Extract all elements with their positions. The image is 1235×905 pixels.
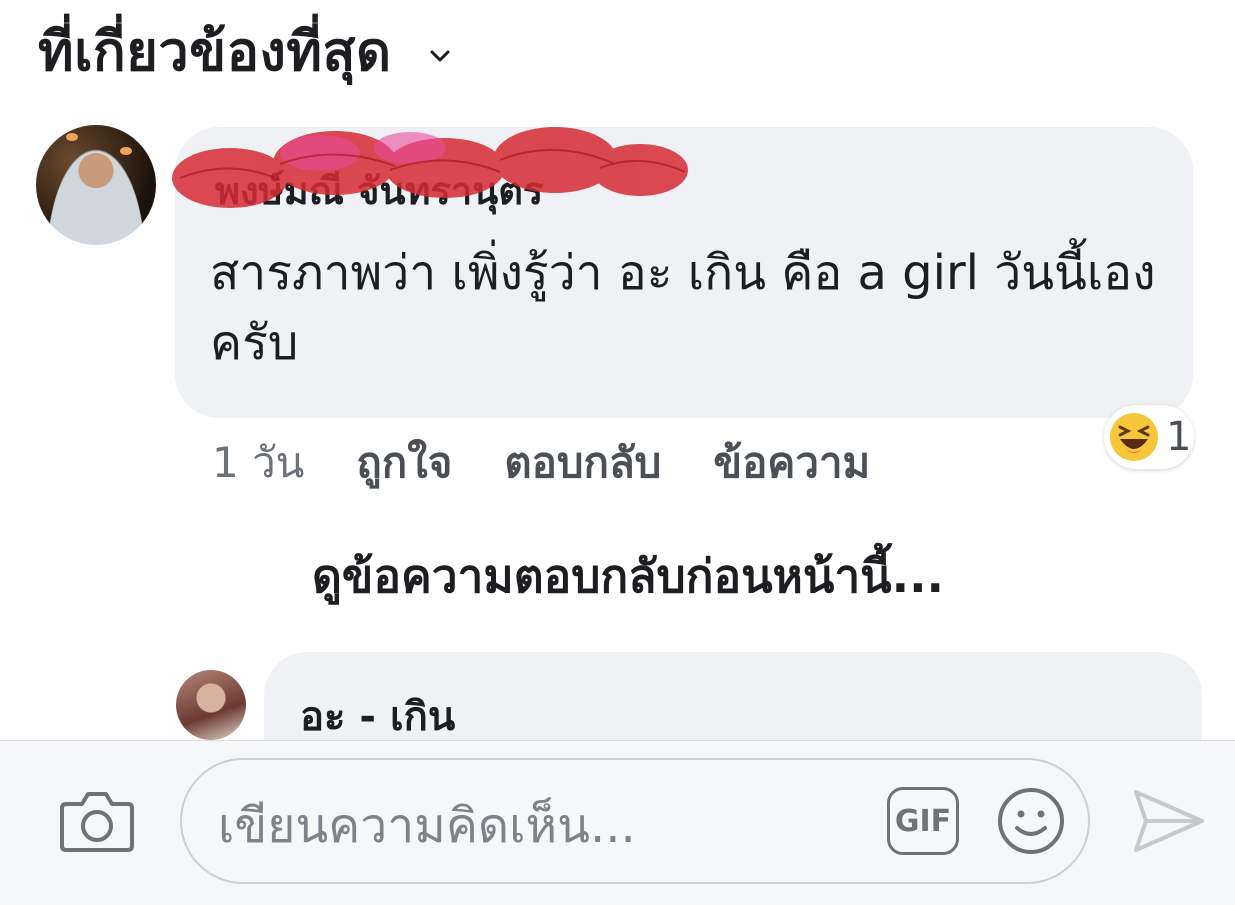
- comment-text: สารภาพว่า เพิ่งรู้ว่า อะ เกิน คือ a girl…: [210, 245, 1156, 371]
- like-button[interactable]: ถูกใจ: [356, 430, 452, 496]
- comment-input-placeholder: เขียนความคิดเห็น...: [218, 798, 636, 854]
- commenter-avatar[interactable]: [36, 125, 156, 245]
- message-button[interactable]: ข้อความ: [713, 430, 870, 496]
- haha-emoji-icon: [1110, 413, 1158, 461]
- comment-meta: 1 วัน ถูกใจ ตอบกลับ ข้อความ: [212, 430, 922, 496]
- lipstick-redaction: [172, 127, 688, 208]
- reaction-count: 1: [1166, 414, 1192, 460]
- gif-button[interactable]: GIF: [887, 787, 959, 855]
- sort-header[interactable]: ที่เกี่ยวข้องที่สุด: [38, 14, 454, 90]
- send-icon[interactable]: [1132, 786, 1206, 856]
- reply-author[interactable]: อะ - เกิน: [300, 684, 455, 748]
- reply-avatar[interactable]: [176, 670, 246, 740]
- view-previous-replies-link[interactable]: ดูข้อความตอบกลับก่อนหน้านี้...: [312, 540, 944, 613]
- reaction-summary[interactable]: 1: [1104, 405, 1194, 469]
- comment-time[interactable]: 1 วัน: [212, 430, 304, 496]
- chevron-down-icon[interactable]: [426, 42, 454, 70]
- sort-title[interactable]: ที่เกี่ยวข้องที่สุด: [38, 14, 392, 90]
- camera-icon[interactable]: [60, 786, 134, 854]
- reply-button[interactable]: ตอบกลับ: [504, 430, 661, 496]
- emoji-icon[interactable]: [996, 786, 1066, 856]
